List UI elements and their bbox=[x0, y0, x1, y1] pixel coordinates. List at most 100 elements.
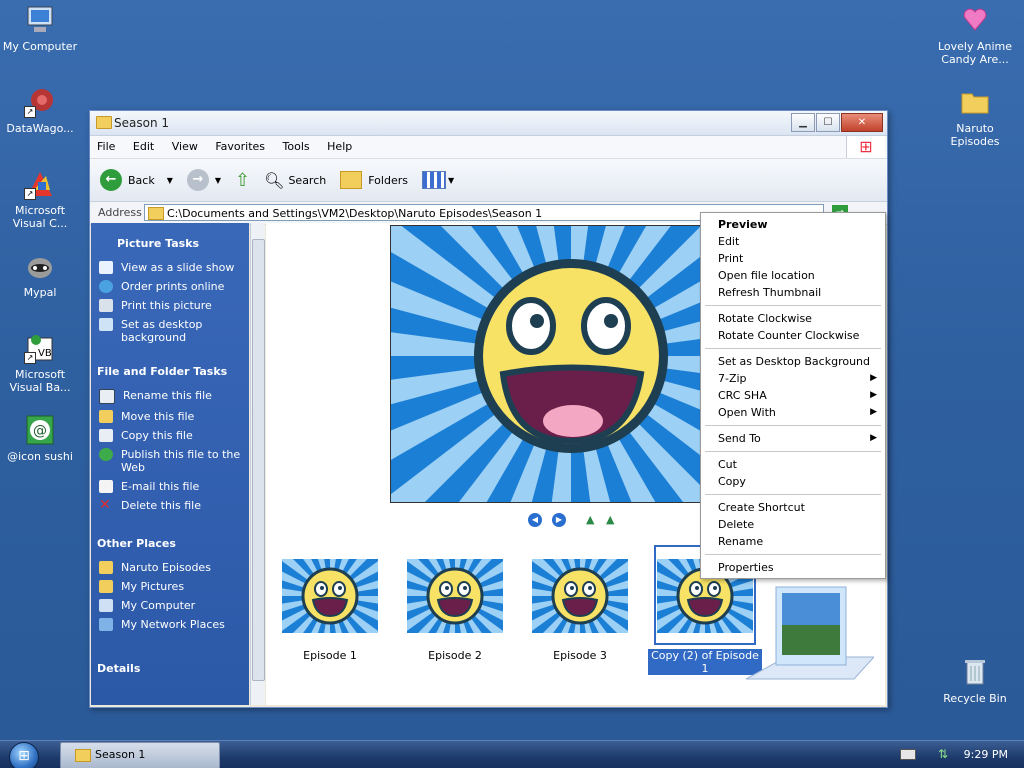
task-label: View as a slide show bbox=[121, 261, 235, 274]
task-email[interactable]: E-mail this file bbox=[91, 477, 249, 496]
folders-button[interactable]: Folders bbox=[340, 171, 408, 189]
forward-button[interactable]: → ▼ bbox=[186, 169, 221, 191]
context-menu: Preview Edit Print Open file location Refres… bbox=[700, 212, 886, 579]
menu-item-label: Properties bbox=[718, 561, 774, 574]
task-order-prints[interactable]: Order prints online bbox=[91, 277, 249, 296]
rotate-clockwise-icon[interactable]: ▲ bbox=[586, 513, 594, 526]
menu-item-edit[interactable]: Edit bbox=[701, 233, 885, 250]
chevron-down-icon[interactable]: ▼ bbox=[215, 176, 221, 185]
menu-item-label: Edit bbox=[718, 235, 740, 248]
menu-favorites[interactable]: Favorites bbox=[208, 136, 272, 157]
menu-item-rotate-clockwise[interactable]: Rotate Clockwise bbox=[701, 310, 885, 327]
menu-item-delete[interactable]: Delete bbox=[701, 516, 885, 533]
up-button[interactable]: ⇧ bbox=[235, 170, 250, 191]
menu-item-refresh-thumbnail[interactable]: Refresh Thumbnail bbox=[701, 284, 885, 301]
menu-view[interactable]: View bbox=[165, 136, 205, 157]
menu-item-create-shortcut[interactable]: Create Shortcut bbox=[701, 499, 885, 516]
details-section: Details bbox=[91, 662, 249, 675]
task-set-desktop-bg[interactable]: Set as desktop background bbox=[91, 315, 249, 347]
thumbnail-episode-3[interactable] bbox=[532, 559, 628, 633]
menu-item-rename[interactable]: Rename bbox=[701, 533, 885, 550]
menu-item-send-to[interactable]: Send To ▶ bbox=[701, 430, 885, 447]
other-places-section: Other Places Naruto Episodes My Pictures… bbox=[91, 537, 249, 634]
menu-help[interactable]: Help bbox=[320, 136, 359, 157]
views-button[interactable]: ▼ bbox=[421, 171, 454, 189]
menu-edit[interactable]: Edit bbox=[126, 136, 161, 157]
desktop-icon-my-computer[interactable]: My Computer bbox=[0, 4, 80, 53]
place-my-computer[interactable]: My Computer bbox=[91, 596, 249, 615]
thumbnail-episode-2[interactable] bbox=[407, 559, 503, 633]
menu-item-open-file-location[interactable]: Open file location bbox=[701, 267, 885, 284]
thumbnail-caption[interactable]: Episode 1 bbox=[268, 649, 392, 662]
network-tray-icon[interactable]: ⇅ bbox=[938, 747, 952, 761]
task-print-picture[interactable]: Print this picture bbox=[91, 296, 249, 315]
task-label: Order prints online bbox=[121, 280, 225, 293]
chevron-down-icon[interactable]: ▼ bbox=[167, 176, 173, 185]
place-my-pictures[interactable]: My Pictures bbox=[91, 577, 249, 596]
section-title[interactable]: Details bbox=[91, 662, 249, 675]
close-button[interactable]: ✕ bbox=[841, 113, 883, 132]
title-bar[interactable]: Season 1 ▁ ☐ ✕ bbox=[90, 111, 887, 136]
shortcut-arrow-icon: ↗ bbox=[24, 188, 36, 200]
section-title[interactable]: Other Places bbox=[91, 537, 249, 550]
start-button[interactable]: ⊞ bbox=[9, 742, 39, 768]
scrollbar-thumb[interactable] bbox=[252, 239, 265, 681]
delete-icon: ✕ bbox=[99, 497, 111, 513]
menu-item-print[interactable]: Print bbox=[701, 250, 885, 267]
slideshow-icon bbox=[99, 261, 113, 274]
image-preview[interactable] bbox=[390, 225, 706, 503]
desktop-icon-label: @icon sushi bbox=[7, 450, 73, 463]
menu-item-preview[interactable]: Preview bbox=[701, 216, 885, 233]
task-pane: Picture Tasks View as a slide show Order… bbox=[91, 223, 249, 705]
taskbar-button-season-1[interactable]: Season 1 bbox=[60, 742, 220, 768]
menu-item-copy[interactable]: Copy bbox=[701, 473, 885, 490]
previous-image-button[interactable]: ◀ bbox=[528, 513, 542, 527]
menu-item-set-as-desktop-background[interactable]: Set as Desktop Background bbox=[701, 353, 885, 370]
place-network-places[interactable]: My Network Places bbox=[91, 615, 249, 634]
menu-item-properties[interactable]: Properties bbox=[701, 559, 885, 576]
desktop-icon-visual-c[interactable]: ↗ Microsoft Visual C... bbox=[0, 168, 80, 230]
thumbnail-caption[interactable]: Episode 2 bbox=[393, 649, 517, 662]
task-slideshow[interactable]: View as a slide show bbox=[91, 258, 249, 277]
desktop-icon-visual-basic[interactable]: VB ↗ Microsoft Visual Ba... bbox=[0, 332, 80, 394]
task-publish[interactable]: Publish this file to the Web bbox=[91, 445, 249, 477]
task-copy[interactable]: Copy this file bbox=[91, 426, 249, 445]
menu-item-cut[interactable]: Cut bbox=[701, 456, 885, 473]
search-icon: 🔍︎ bbox=[264, 170, 285, 190]
rotate-counter-clockwise-icon[interactable]: ▲ bbox=[606, 513, 614, 526]
menu-item-label: Rotate Clockwise bbox=[718, 312, 812, 325]
search-button[interactable]: 🔍︎ Search bbox=[264, 171, 326, 190]
task-pane-scrollbar[interactable] bbox=[250, 223, 265, 705]
thumbnail-caption-selected[interactable]: Copy (2) of Episode 1 bbox=[648, 649, 762, 675]
menu-item-crc-sha[interactable]: CRC SHA ▶ bbox=[701, 387, 885, 404]
maximize-button[interactable]: ☐ bbox=[816, 113, 840, 132]
desktop-icon-mypal[interactable]: Mypal bbox=[0, 250, 80, 299]
next-image-button[interactable]: ▶ bbox=[552, 513, 566, 527]
clock[interactable]: 9:29 PM bbox=[964, 748, 1008, 761]
section-title[interactable]: Picture Tasks bbox=[91, 237, 249, 250]
section-title[interactable]: File and Folder Tasks bbox=[91, 365, 249, 378]
desktop-icon-icon-sushi[interactable]: @ @icon sushi bbox=[0, 414, 80, 463]
thumbnail-caption[interactable]: Episode 3 bbox=[518, 649, 642, 662]
thumbnail-episode-1[interactable] bbox=[282, 559, 378, 633]
task-rename[interactable]: Rename this file bbox=[91, 386, 249, 407]
address-value: C:\Documents and Settings\VM2\Desktop\Na… bbox=[167, 207, 543, 220]
menu-tools[interactable]: Tools bbox=[276, 136, 317, 157]
menu-file[interactable]: File bbox=[90, 136, 122, 157]
back-button[interactable]: ← Back ▼ bbox=[100, 169, 173, 191]
menu-item-rotate-counter-clockwise[interactable]: Rotate Counter Clockwise bbox=[701, 327, 885, 344]
menu-item-7-zip[interactable]: 7-Zip ▶ bbox=[701, 370, 885, 387]
submenu-arrow-icon: ▶ bbox=[870, 373, 877, 383]
folder-icon bbox=[148, 207, 164, 220]
menu-item-label: Preview bbox=[718, 218, 768, 231]
minimize-button[interactable]: ▁ bbox=[791, 113, 815, 132]
desktop-icon-lovely-anime[interactable]: Lovely Anime Candy Are... bbox=[935, 4, 1015, 66]
desktop-icon-naruto-episodes[interactable]: Naruto Episodes bbox=[935, 86, 1015, 148]
task-move[interactable]: Move this file bbox=[91, 407, 249, 426]
place-naruto-episodes[interactable]: Naruto Episodes bbox=[91, 558, 249, 577]
task-delete[interactable]: ✕ Delete this file bbox=[91, 496, 249, 515]
keyboard-icon[interactable] bbox=[900, 749, 916, 760]
desktop-icon-recycle-bin[interactable]: Recycle Bin bbox=[935, 656, 1015, 705]
menu-item-open-with[interactable]: Open With ▶ bbox=[701, 404, 885, 421]
desktop-icon-datawagon[interactable]: ↗ DataWago... bbox=[0, 86, 80, 135]
